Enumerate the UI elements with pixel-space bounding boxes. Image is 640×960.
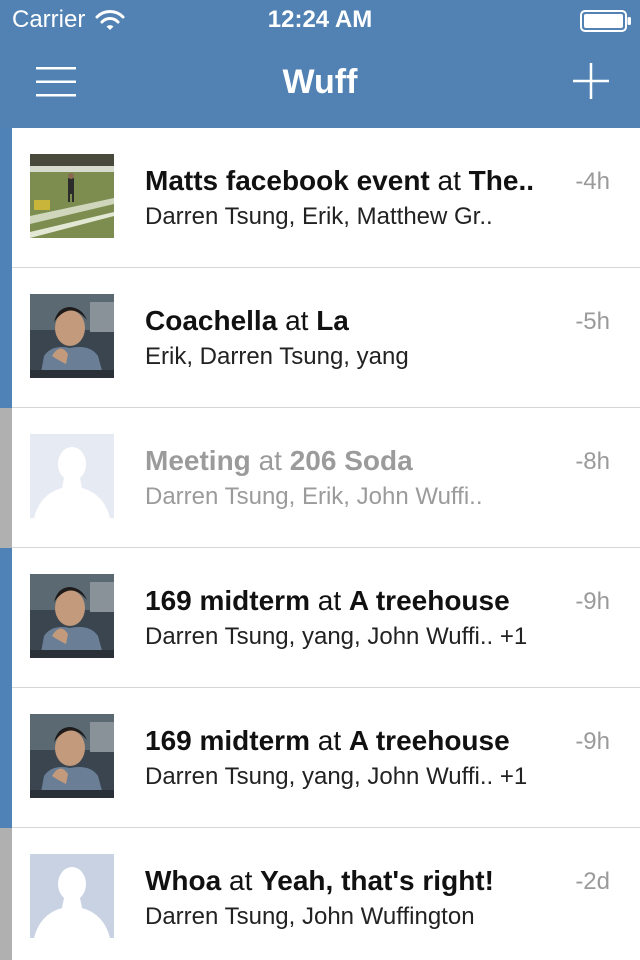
event-attendees: Darren Tsung, yang, John Wuffi.. +1	[145, 763, 528, 790]
event-time: -4h	[575, 168, 610, 195]
status-indicator-bar	[0, 688, 12, 828]
event-place: A treehouse	[348, 585, 510, 616]
default-avatar-icon	[30, 854, 114, 938]
plus-icon[interactable]	[572, 62, 610, 100]
event-attendees: Darren Tsung, Erik, Matthew Gr..	[145, 203, 493, 230]
top-bar: Carrier 12:24 AM Wuff	[0, 0, 640, 128]
event-title: 169 midterm at A treehouse	[145, 584, 565, 618]
event-thumbnail	[30, 294, 114, 378]
status-bar: Carrier 12:24 AM	[0, 0, 640, 40]
event-attendees: Darren Tsung, Erik, John Wuffi..	[145, 483, 483, 510]
event-time: -2d	[575, 868, 610, 895]
event-row[interactable]: 169 midterm at A treehouse Darren Tsung, …	[0, 548, 640, 688]
event-title: Coachella at La	[145, 304, 565, 338]
event-title: Matts facebook event at The..	[145, 164, 565, 198]
event-place: 206 Soda	[289, 445, 413, 476]
event-attendees: Darren Tsung, John Wuffington	[145, 903, 475, 930]
event-connector: at	[437, 165, 461, 196]
event-row[interactable]: Meeting at 206 Soda Darren Tsung, Erik, J…	[0, 408, 640, 548]
event-name: 169 midterm	[145, 585, 310, 616]
status-indicator-bar	[0, 128, 12, 268]
event-name: Whoa	[145, 865, 222, 896]
event-connector: at	[317, 585, 342, 616]
event-place: La	[316, 305, 349, 336]
status-indicator-bar	[0, 548, 12, 688]
event-connector: at	[285, 305, 309, 336]
event-connector: at	[229, 865, 253, 896]
event-name: 169 midterm	[145, 725, 310, 756]
event-row[interactable]: Coachella at La Erik, Darren Tsung, yang -…	[0, 268, 640, 408]
battery-icon	[580, 10, 631, 32]
status-indicator-bar	[0, 268, 12, 408]
app-screen: Carrier 12:24 AM Wuff Matts facebook eve…	[0, 0, 640, 960]
status-indicator-bar	[0, 828, 12, 960]
event-time: -8h	[575, 448, 610, 475]
event-row[interactable]: Whoa at Yeah, that's right! Darren Tsung,…	[0, 828, 640, 960]
event-thumbnail	[30, 574, 114, 658]
event-name: Matts facebook event	[145, 165, 430, 196]
status-indicator-bar	[0, 408, 12, 548]
event-title: Meeting at 206 Soda	[145, 444, 565, 478]
event-name: Meeting	[145, 445, 251, 476]
event-place: Yeah, that's right!	[260, 865, 494, 896]
event-connector: at	[317, 725, 342, 756]
event-time: -9h	[575, 728, 610, 755]
event-place: A treehouse	[348, 725, 510, 756]
event-time: -5h	[575, 308, 610, 335]
status-time: 12:24 AM	[267, 6, 373, 33]
navigation-bar: Wuff	[0, 40, 640, 128]
event-connector: at	[258, 445, 282, 476]
event-thumbnail	[30, 154, 114, 238]
event-place: The..	[468, 165, 535, 196]
event-time: -9h	[575, 588, 610, 615]
event-list: Matts facebook event at The.. Darren Tsun…	[0, 128, 640, 960]
event-attendees: Darren Tsung, yang, John Wuffi.. +1	[145, 623, 528, 650]
event-title: 169 midterm at A treehouse	[145, 724, 565, 758]
event-name: Coachella	[145, 305, 278, 336]
page-title: Wuff	[282, 63, 358, 101]
event-thumbnail	[30, 714, 114, 798]
event-attendees: Erik, Darren Tsung, yang	[145, 343, 409, 370]
event-title: Whoa at Yeah, that's right!	[145, 864, 565, 898]
event-row[interactable]: 169 midterm at A treehouse Darren Tsung, …	[0, 688, 640, 828]
event-row[interactable]: Matts facebook event at The.. Darren Tsun…	[0, 128, 640, 268]
default-avatar-icon	[30, 434, 114, 518]
